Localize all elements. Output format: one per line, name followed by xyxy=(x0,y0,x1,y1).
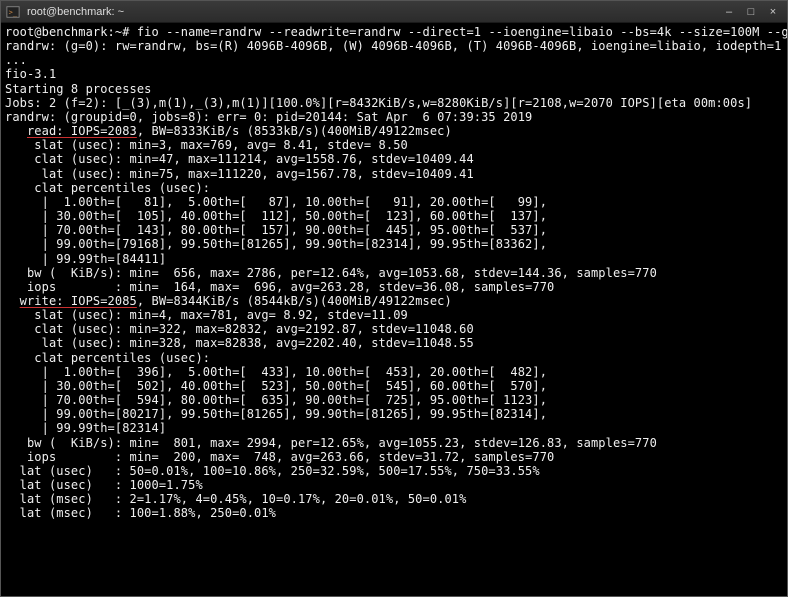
output-line: | 1.00th=[ 396], 5.00th=[ 433], 10.00th=… xyxy=(5,365,547,379)
output-line: clat percentiles (usec): xyxy=(5,351,210,365)
output-line: bw ( KiB/s): min= 656, max= 2786, per=12… xyxy=(5,266,657,280)
read-iops-highlight: read: IOPS=2083 xyxy=(27,124,137,138)
command-text: fio --name=randrw --readwrite=randrw --d… xyxy=(137,25,787,39)
svg-text:>_: >_ xyxy=(9,8,18,16)
prompt-sep2: # xyxy=(122,25,137,39)
output-line: randrw: (groupid=0, jobs=8): err= 0: pid… xyxy=(5,110,532,124)
output-line: | 30.00th=[ 502], 40.00th=[ 523], 50.00t… xyxy=(5,379,547,393)
output-line: lat (msec) : 100=1.88%, 250=0.01% xyxy=(5,506,276,520)
output-line: | 70.00th=[ 594], 80.00th=[ 635], 90.00t… xyxy=(5,393,547,407)
terminal-output[interactable]: root@benchmark:~# fio --name=randrw --re… xyxy=(1,23,787,596)
output-line: | 1.00th=[ 81], 5.00th=[ 87], 10.00th=[ … xyxy=(5,195,547,209)
output-line: ... xyxy=(5,53,27,67)
output-line: , BW=8344KiB/s (8544kB/s)(400MiB/49122ms… xyxy=(137,294,452,308)
output-line: Jobs: 2 (f=2): [_(3),m(1),_(3),m(1)][100… xyxy=(5,96,752,110)
output-line: | 99.00th=[80217], 99.50th=[81265], 99.9… xyxy=(5,407,547,421)
minimize-button[interactable]: – xyxy=(719,4,739,20)
output-line: slat (usec): min=3, max=769, avg= 8.41, … xyxy=(5,138,408,152)
output-line: lat (usec): min=328, max=82838, avg=2202… xyxy=(5,336,474,350)
window-title: root@benchmark: ~ xyxy=(27,6,717,18)
prompt-user-host: root@benchmark xyxy=(5,25,108,39)
output-line: slat (usec): min=4, max=781, avg= 8.92, … xyxy=(5,308,408,322)
output-line: | 99.99th=[84411] xyxy=(5,252,166,266)
output-line: lat (usec): min=75, max=111220, avg=1567… xyxy=(5,167,474,181)
output-line: , BW=8333KiB/s (8533kB/s)(400MiB/49122ms… xyxy=(137,124,452,138)
output-line: | 99.99th=[82314] xyxy=(5,421,166,435)
write-iops-highlight: write: IOPS=2085 xyxy=(20,294,137,308)
output-line: lat (msec) : 2=1.17%, 4=0.45%, 10=0.17%,… xyxy=(5,492,466,506)
output-line: randrw: (g=0): rw=randrw, bs=(R) 4096B-4… xyxy=(5,39,781,53)
output-line: | 30.00th=[ 105], 40.00th=[ 112], 50.00t… xyxy=(5,209,547,223)
titlebar[interactable]: >_ root@benchmark: ~ – □ × xyxy=(1,1,787,23)
output-line: bw ( KiB/s): min= 801, max= 2994, per=12… xyxy=(5,436,657,450)
output-line: iops : min= 164, max= 696, avg=263.28, s… xyxy=(5,280,554,294)
terminal-window: >_ root@benchmark: ~ – □ × root@benchmar… xyxy=(0,0,788,597)
output-line: clat (usec): min=322, max=82832, avg=219… xyxy=(5,322,474,336)
output-line: | 70.00th=[ 143], 80.00th=[ 157], 90.00t… xyxy=(5,223,547,237)
output-line: lat (usec) : 50=0.01%, 100=10.86%, 250=3… xyxy=(5,464,540,478)
maximize-button[interactable]: □ xyxy=(741,4,761,20)
output-line xyxy=(5,294,20,308)
terminal-icon: >_ xyxy=(5,4,21,20)
prompt-sep1: : xyxy=(108,25,115,39)
output-line: | 99.00th=[79168], 99.50th=[81265], 99.9… xyxy=(5,237,547,251)
output-line xyxy=(5,124,27,138)
close-button[interactable]: × xyxy=(763,4,783,20)
output-line: iops : min= 200, max= 748, avg=263.66, s… xyxy=(5,450,554,464)
output-line: lat (usec) : 1000=1.75% xyxy=(5,478,203,492)
output-line: Starting 8 processes xyxy=(5,82,152,96)
output-line: clat percentiles (usec): xyxy=(5,181,210,195)
output-line: fio-3.1 xyxy=(5,67,56,81)
output-line: clat (usec): min=47, max=111214, avg=155… xyxy=(5,152,474,166)
